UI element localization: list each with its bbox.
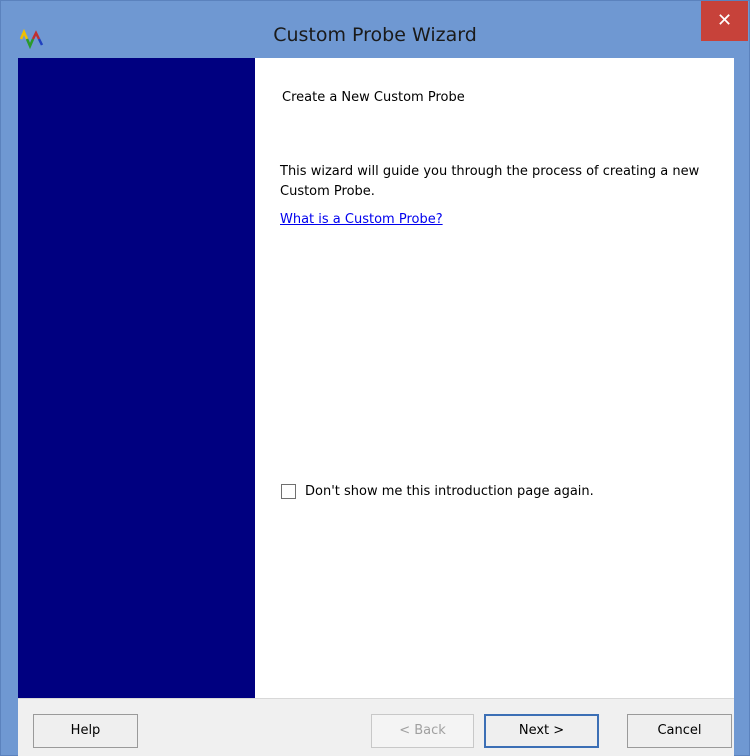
next-button[interactable]: Next > bbox=[484, 714, 599, 748]
title-bar[interactable]: Custom Probe Wizard ✕ bbox=[1, 1, 749, 58]
wizard-client-area: Create a New Custom Probe This wizard wi… bbox=[18, 58, 734, 756]
wizard-window: Custom Probe Wizard ✕ Create a New Custo… bbox=[0, 0, 750, 756]
dont-show-again-label: Don't show me this introduction page aga… bbox=[305, 483, 594, 499]
cancel-button[interactable]: Cancel bbox=[627, 714, 732, 748]
wizard-content: Create a New Custom Probe This wizard wi… bbox=[255, 58, 734, 698]
wizard-button-bar: Help < Back Next > Cancel bbox=[18, 698, 734, 756]
dont-show-again-checkbox[interactable] bbox=[281, 483, 296, 499]
intro-description: This wizard will guide you through the p… bbox=[280, 164, 700, 199]
close-button[interactable]: ✕ bbox=[701, 1, 748, 41]
close-icon: ✕ bbox=[716, 10, 733, 31]
wizard-side-panel bbox=[18, 58, 255, 698]
dont-show-again-option[interactable]: Don't show me this introduction page aga… bbox=[281, 481, 594, 501]
what-is-custom-probe-link[interactable]: What is a Custom Probe? bbox=[280, 212, 443, 227]
page-heading: Create a New Custom Probe bbox=[282, 90, 465, 105]
help-button[interactable]: Help bbox=[33, 714, 138, 748]
back-button[interactable]: < Back bbox=[371, 714, 474, 748]
window-title: Custom Probe Wizard bbox=[273, 24, 477, 46]
